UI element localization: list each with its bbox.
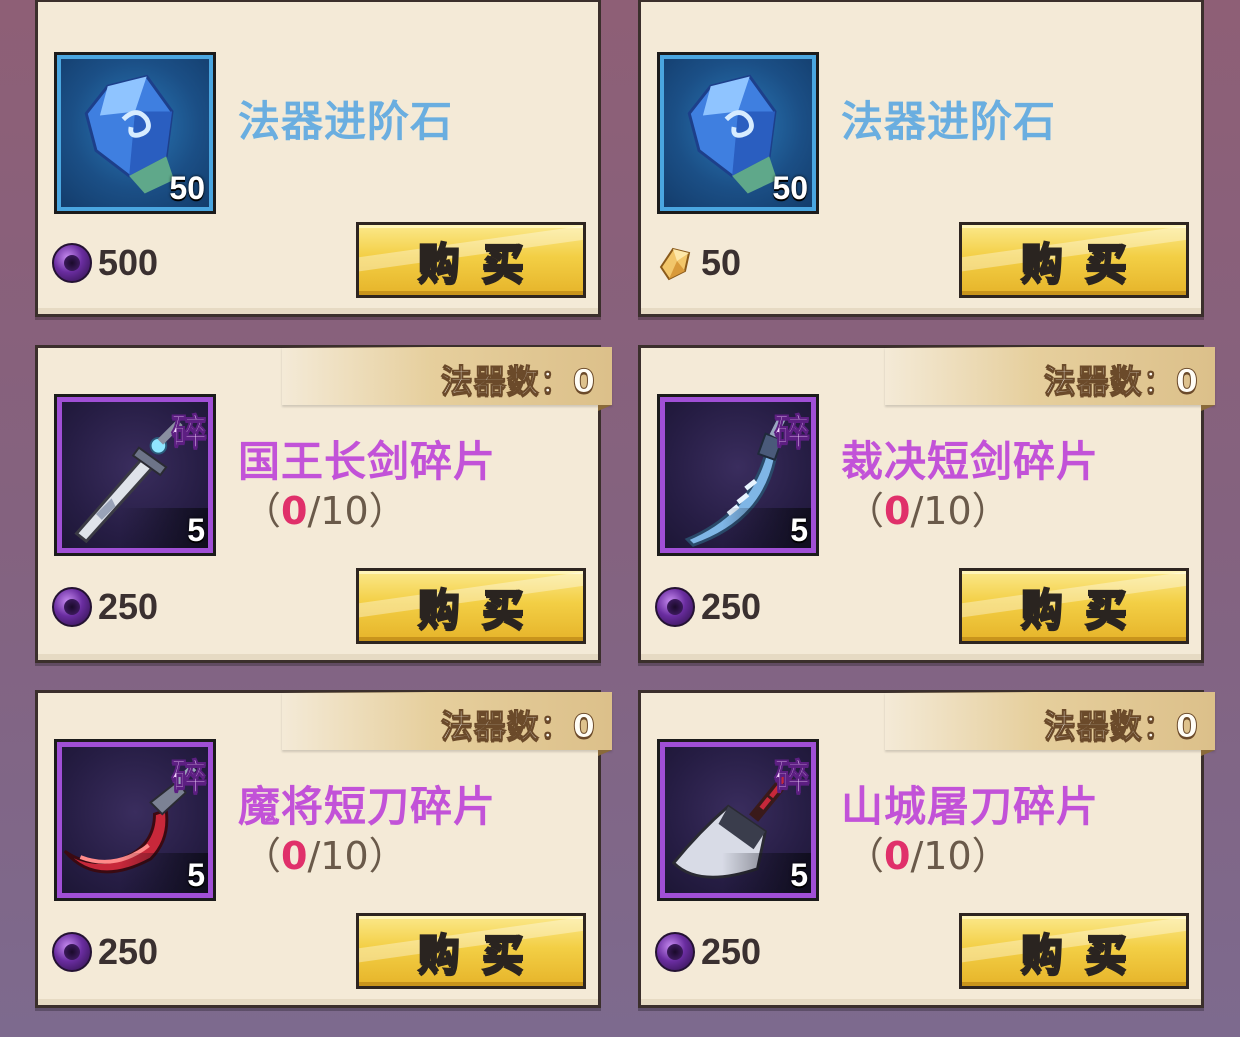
fragment-progress: （0/10） xyxy=(243,480,407,535)
item-quantity: 50 xyxy=(169,170,205,206)
buy-button[interactable]: 购买 xyxy=(356,568,586,644)
buy-button[interactable]: 购买 xyxy=(959,568,1189,644)
price-amount: 50 xyxy=(701,242,742,283)
card-edge xyxy=(641,999,1201,1005)
owned-count: 法器数：0 xyxy=(1043,707,1199,746)
card-edge xyxy=(641,308,1201,314)
shop-item-card: 法器数：0 碎 5 国王长剑碎片 （0/10） 250 购买 xyxy=(35,345,612,663)
purple-orb-icon xyxy=(52,243,92,283)
gold-diamond-icon xyxy=(659,247,691,281)
progress-total: /10） xyxy=(910,489,1010,533)
buy-button[interactable]: 购买 xyxy=(959,913,1189,989)
card-edge xyxy=(641,654,1201,660)
item-icon-frame[interactable]: 碎 5 xyxy=(657,739,819,901)
item-quantity: 5 xyxy=(790,857,808,893)
progress-total: /10） xyxy=(307,489,407,533)
price-amount: 250 xyxy=(701,931,762,972)
price-amount: 500 xyxy=(98,242,159,283)
item-quantity: 50 xyxy=(772,170,808,206)
shard-tag: 碎 xyxy=(773,412,810,454)
progress-total: /10） xyxy=(910,834,1010,878)
progress-total: /10） xyxy=(307,834,407,878)
buy-button-label: 购买 xyxy=(417,929,546,980)
progress-current: 0 xyxy=(884,834,911,878)
shop-item-card: 50 法器进阶石 50 购买 xyxy=(638,0,1204,317)
buy-button[interactable]: 购买 xyxy=(356,222,586,298)
owned-count-banner: 法器数：0 xyxy=(885,347,1215,411)
purple-orb-icon xyxy=(52,587,92,627)
owned-count-banner: 法器数：0 xyxy=(282,692,612,756)
owned-count: 法器数：0 xyxy=(1043,362,1199,401)
buy-button[interactable]: 购买 xyxy=(356,913,586,989)
price: 250 xyxy=(655,586,761,628)
fragment-progress: （0/10） xyxy=(243,825,407,880)
item-quantity: 5 xyxy=(187,857,205,893)
price-amount: 250 xyxy=(98,931,159,972)
shop-item-card: 法器数：0 碎 5 裁决短剑碎片 （0/10） 250 购买 xyxy=(638,345,1215,663)
shop-item-card: 法器数：0 碎 5 山城屠刀碎片 （0/10） 250 购买 xyxy=(638,690,1215,1008)
price: 50 xyxy=(655,242,741,284)
shard-tag: 碎 xyxy=(170,757,207,799)
owned-count: 法器数：0 xyxy=(440,362,596,401)
price: 250 xyxy=(52,586,158,628)
progress-open: （ xyxy=(243,834,282,878)
price-amount: 250 xyxy=(98,586,159,627)
fragment-progress: （0/10） xyxy=(846,480,1010,535)
progress-current: 0 xyxy=(884,489,911,533)
buy-button-label: 购买 xyxy=(417,238,546,289)
price: 250 xyxy=(655,931,761,973)
shard-tag: 碎 xyxy=(170,412,207,454)
item-name: 法器进阶石 xyxy=(238,97,454,146)
item-icon-frame[interactable]: 50 xyxy=(657,52,819,214)
purple-orb-icon xyxy=(655,932,695,972)
price-amount: 250 xyxy=(701,586,762,627)
card-edge xyxy=(38,654,598,660)
item-name: 法器进阶石 xyxy=(841,97,1057,146)
buy-button-label: 购买 xyxy=(417,584,546,635)
item-icon-frame[interactable]: 碎 5 xyxy=(54,739,216,901)
item-quantity: 5 xyxy=(790,512,808,548)
fragment-progress: （0/10） xyxy=(846,825,1010,880)
item-icon-frame[interactable]: 50 xyxy=(54,52,216,214)
shard-tag: 碎 xyxy=(773,757,810,799)
item-icon-frame[interactable]: 碎 5 xyxy=(657,394,819,556)
buy-button-label: 购买 xyxy=(1020,238,1149,289)
buy-button-label: 购买 xyxy=(1020,929,1149,980)
buy-button[interactable]: 购买 xyxy=(959,222,1189,298)
progress-open: （ xyxy=(243,489,282,533)
progress-open: （ xyxy=(846,489,885,533)
shop-item-card: 法器数：0 碎 5 魔将短刀碎片 （0/10） 250 购买 xyxy=(35,690,612,1008)
owned-count-banner: 法器数：0 xyxy=(885,692,1215,756)
card-edge xyxy=(38,999,598,1005)
price: 250 xyxy=(52,931,158,973)
progress-open: （ xyxy=(846,834,885,878)
card-edge xyxy=(38,308,598,314)
item-icon-frame[interactable]: 碎 5 xyxy=(54,394,216,556)
purple-orb-icon xyxy=(655,587,695,627)
progress-current: 0 xyxy=(281,489,308,533)
price: 500 xyxy=(52,242,158,284)
purple-orb-icon xyxy=(52,932,92,972)
owned-count-banner: 法器数：0 xyxy=(282,347,612,411)
progress-current: 0 xyxy=(281,834,308,878)
buy-button-label: 购买 xyxy=(1020,584,1149,635)
owned-count: 法器数：0 xyxy=(440,707,596,746)
shop-item-card: 50 法器进阶石 500 购买 xyxy=(35,0,601,317)
item-quantity: 5 xyxy=(187,512,205,548)
